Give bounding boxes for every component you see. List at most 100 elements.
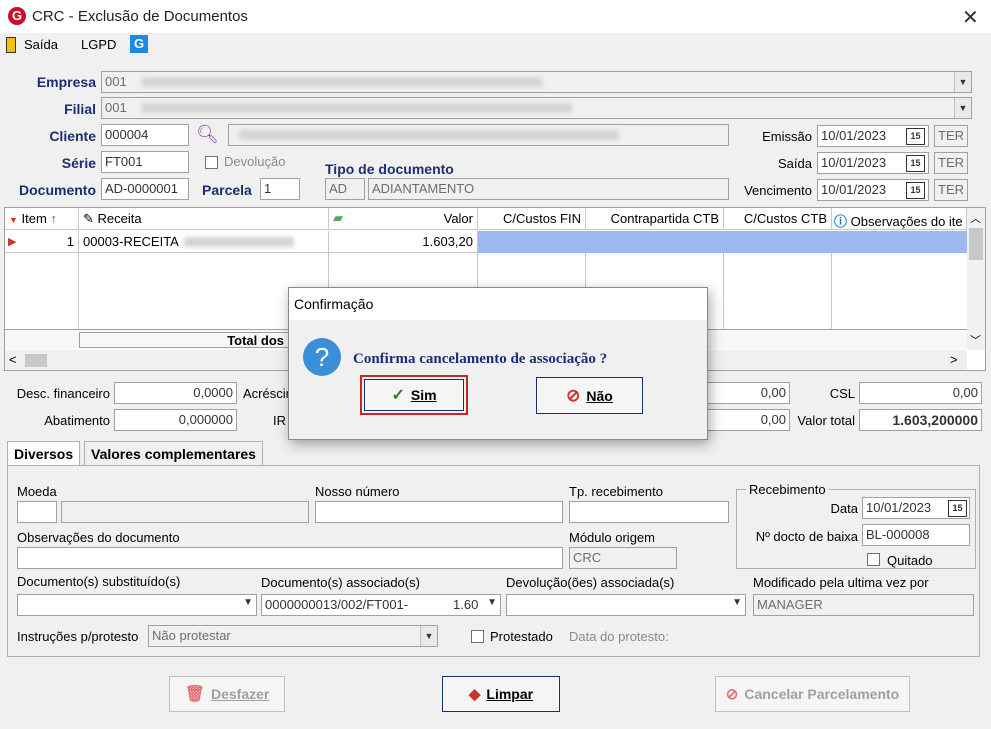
- data-recebimento-input[interactable]: 10/01/2023 15: [862, 497, 970, 519]
- tab-valores-complementares[interactable]: Valores complementares: [84, 441, 263, 466]
- vencimento-value: 10/01/2023: [821, 182, 887, 197]
- filial-field[interactable]: 001 ▼: [101, 97, 972, 119]
- emissao-day-field: TER: [934, 125, 968, 147]
- g-logo-icon[interactable]: G: [130, 35, 148, 53]
- modulo-origem-field: CRC: [569, 547, 677, 569]
- menu-lgpd[interactable]: LGPD: [81, 37, 116, 52]
- vencimento-day-field: TER: [934, 179, 968, 201]
- valor-total-label: Valor total: [797, 413, 855, 428]
- obs-input[interactable]: [17, 547, 563, 569]
- doc-assoc-value: 0000000013/002/FT001-: [265, 597, 409, 612]
- scroll-up-icon[interactable]: ︿: [970, 210, 981, 226]
- total-field-a[interactable]: 0,00: [705, 382, 790, 404]
- tp-recebimento-input[interactable]: [569, 501, 729, 523]
- csl-label: CSL: [829, 386, 855, 401]
- n-docto-baixa-input[interactable]: BL-000008: [862, 524, 970, 546]
- instrucoes-select[interactable]: Não protestar ▼: [148, 625, 438, 647]
- protestado-label: Protestado: [490, 629, 553, 644]
- serie-input[interactable]: FT001: [101, 151, 189, 173]
- scroll-right-icon[interactable]: >: [950, 352, 958, 367]
- chevron-down-icon[interactable]: ▼: [243, 597, 253, 608]
- csl-input[interactable]: 0,00: [859, 382, 982, 404]
- tp-recebimento-label: Tp. recebimento: [569, 484, 663, 499]
- window-title: CRC - Exclusão de Documentos: [32, 8, 248, 25]
- row-selection-highlight[interactable]: [478, 231, 967, 253]
- total-field-b[interactable]: 0,00: [705, 409, 790, 431]
- calendar-icon[interactable]: 15: [906, 155, 925, 172]
- parcela-input[interactable]: 1: [260, 178, 300, 200]
- table-row[interactable]: ▶ 1 00003-RECEITA 1.603,20: [5, 231, 967, 253]
- scroll-left-icon[interactable]: <: [9, 352, 17, 367]
- saida-value: 10/01/2023: [821, 155, 887, 170]
- chevron-down-icon[interactable]: ▼: [954, 72, 971, 92]
- doc-subst-select[interactable]: ▼: [17, 594, 257, 616]
- empresa-field[interactable]: 001 ▼: [101, 71, 972, 93]
- doc-assoc-label: Documento(s) associado(s): [261, 575, 420, 590]
- sim-button[interactable]: ✓ Sim: [364, 379, 464, 411]
- protestado-checkbox[interactable]: [471, 630, 484, 643]
- tipo-doc-desc-field: ADIANTAMENTO: [368, 178, 729, 200]
- col-header-ccustos-fin[interactable]: C/Custos FIN: [478, 208, 586, 230]
- doc-assoc-select[interactable]: 0000000013/002/FT001- 1.60 ▼: [261, 594, 501, 616]
- redacted-text: [184, 237, 294, 247]
- cell-valor[interactable]: 1.603,20: [329, 231, 478, 253]
- col-receita-label: Receita: [97, 211, 142, 226]
- emissao-input[interactable]: 10/01/2023 15: [817, 125, 929, 147]
- col-header-valor[interactable]: ▰ Valor: [329, 208, 478, 230]
- devolucao-checkbox[interactable]: [205, 156, 218, 169]
- moeda-desc-field: [61, 501, 309, 523]
- desfazer-label: Desfazer: [210, 686, 270, 702]
- cliente-code-input[interactable]: 000004: [101, 124, 189, 146]
- menu-saida[interactable]: Saída: [24, 37, 58, 52]
- prohibited-icon: ⊘: [566, 385, 581, 405]
- scroll-down-icon[interactable]: ﹀: [970, 332, 981, 348]
- data-label: Data: [830, 501, 858, 516]
- moeda-code-input[interactable]: [17, 501, 57, 523]
- scroll-thumb[interactable]: [969, 228, 983, 260]
- desfazer-button[interactable]: 🗑︎ Desfazer: [169, 676, 285, 712]
- calendar-icon[interactable]: 15: [906, 182, 925, 199]
- limpar-button[interactable]: ◆ Limpar: [442, 676, 560, 712]
- prohibited-icon: ⊘: [725, 686, 739, 703]
- chevron-down-icon[interactable]: ▼: [732, 597, 742, 608]
- close-icon[interactable]: ✕: [962, 5, 979, 30]
- col-header-item[interactable]: ▼ Item ↑: [5, 208, 79, 230]
- nosso-numero-input[interactable]: [315, 501, 563, 523]
- nosso-numero-label: Nosso número: [315, 484, 400, 499]
- quitado-checkbox[interactable]: [867, 553, 880, 566]
- calendar-icon[interactable]: 15: [948, 500, 967, 517]
- col-header-observacoes[interactable]: ⓘ Observações do ite: [832, 208, 967, 230]
- cell-item[interactable]: 1: [5, 231, 79, 253]
- col-header-contrapartida[interactable]: Contrapartida CTB: [586, 208, 724, 230]
- tab-diversos[interactable]: Diversos: [7, 441, 81, 466]
- chevron-down-icon[interactable]: ▼: [487, 597, 497, 608]
- chevron-down-icon[interactable]: ▼: [954, 98, 971, 118]
- cancelar-parcelamento-button[interactable]: ⊘ Cancelar Parcelamento: [715, 676, 910, 712]
- dialog-message: Confirma cancelamento de associação ?: [353, 351, 608, 367]
- sort-indicator-icon: ↑: [50, 211, 57, 226]
- abatimento-input[interactable]: 0,000000: [114, 409, 237, 431]
- devolucao-label: Devolução: [224, 154, 286, 169]
- saida-day-field: TER: [934, 152, 968, 174]
- nao-button[interactable]: ⊘ Não: [536, 377, 643, 414]
- devolucao-assoc-select[interactable]: ▼: [506, 594, 746, 616]
- chevron-down-icon[interactable]: ▼: [420, 626, 437, 646]
- vertical-scrollbar[interactable]: ︿ ﹀: [967, 208, 985, 350]
- scroll-thumb[interactable]: [25, 354, 47, 367]
- info-icon: ⓘ: [834, 214, 848, 229]
- search-icon[interactable]: 🔍︎: [196, 124, 219, 145]
- emissao-value: 10/01/2023: [821, 128, 887, 143]
- desc-fin-input[interactable]: 0,0000: [114, 382, 237, 404]
- saida-input[interactable]: 10/01/2023 15: [817, 152, 929, 174]
- nao-label: Não: [586, 387, 613, 404]
- parcela-label: Parcela: [202, 182, 252, 198]
- confirmation-dialog: Confirmação ? Confirma cancelamento de a…: [288, 287, 708, 440]
- vencimento-input[interactable]: 10/01/2023 15: [817, 179, 929, 201]
- acresc-label: Acréscin: [243, 386, 293, 401]
- col-header-ccustos-ctb[interactable]: C/Custos CTB: [724, 208, 832, 230]
- exit-door-icon[interactable]: [6, 37, 16, 53]
- calendar-icon[interactable]: 15: [906, 128, 925, 145]
- cell-receita[interactable]: 00003-RECEITA: [79, 231, 329, 253]
- documento-input[interactable]: AD-0000001: [101, 178, 189, 200]
- col-header-receita[interactable]: ✎ Receita: [79, 208, 329, 230]
